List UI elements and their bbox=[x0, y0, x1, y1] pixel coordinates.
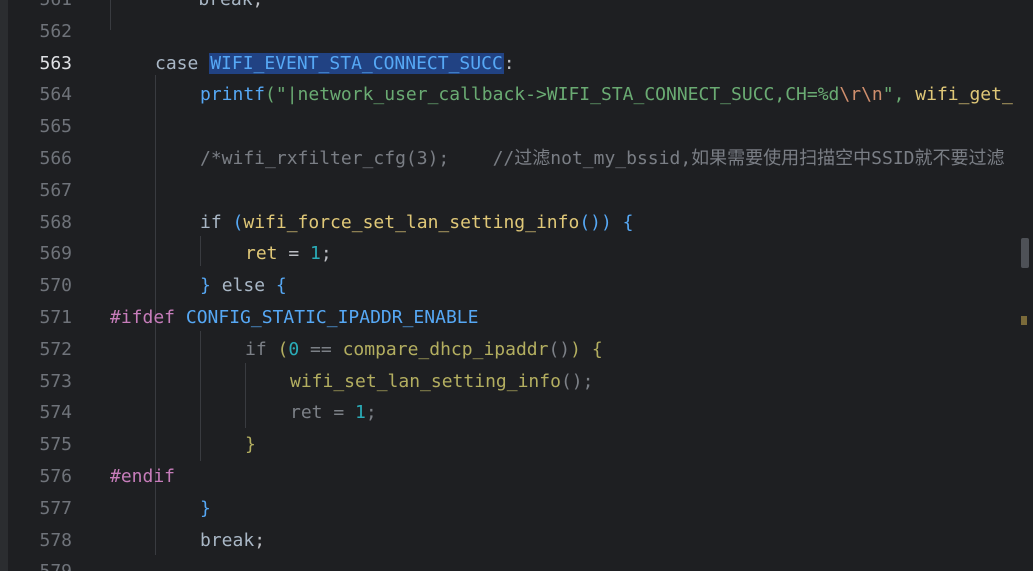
code-editor[interactable]: 561 break; 562 563 case WIFI_EVENT_STA_CO… bbox=[0, 0, 1033, 571]
line-number: 564 bbox=[39, 84, 72, 106]
line-number: 578 bbox=[39, 529, 72, 551]
code-token: ( bbox=[277, 338, 289, 360]
code-token: wifi_set_lan_setting_info bbox=[290, 370, 561, 392]
code-token: ret bbox=[245, 243, 278, 265]
code-token: if bbox=[200, 211, 233, 233]
code-text: } bbox=[200, 493, 211, 525]
line-number: 574 bbox=[39, 402, 72, 424]
code-text: if (0 == compare_dhcp_ipaddr()) { bbox=[245, 334, 603, 366]
code-token: ", bbox=[882, 84, 916, 106]
code-text: ret = 1; bbox=[245, 238, 332, 270]
code-token: #ifdef bbox=[110, 306, 186, 328]
code-token: /*wifi_rxfilter_cfg(3); //过滤not_my_bssid… bbox=[200, 147, 1005, 169]
code-token: \r\n bbox=[839, 84, 883, 106]
code-token: CONFIG_STATIC_IPADDR_ENABLE bbox=[185, 306, 479, 328]
line-number: 575 bbox=[39, 434, 72, 456]
line-number: 571 bbox=[39, 306, 72, 328]
code-token: ; bbox=[320, 243, 332, 265]
code-text: ret = 1; bbox=[290, 397, 377, 429]
line-number: 576 bbox=[39, 465, 72, 487]
indent-guide bbox=[245, 363, 246, 428]
code-token: == bbox=[299, 338, 343, 360]
code-text: #endif bbox=[110, 461, 175, 493]
code-text: wifi_set_lan_setting_info(); bbox=[290, 366, 593, 398]
code-text: /*wifi_rxfilter_cfg(3); //过滤not_my_bssid… bbox=[200, 143, 1005, 175]
code-token: ("|network_user_callback->WIFI_STA_CONNE… bbox=[265, 84, 840, 106]
code-token: ; bbox=[253, 0, 264, 10]
indent-guide bbox=[200, 236, 201, 266]
code-token: break bbox=[200, 529, 255, 551]
code-token: #endif bbox=[110, 465, 176, 487]
code-token: compare_dhcp_ipaddr bbox=[342, 338, 549, 360]
code-token: case bbox=[155, 52, 210, 74]
code-token: } bbox=[200, 497, 211, 519]
code-token: : bbox=[503, 52, 515, 74]
indent-guide bbox=[200, 331, 201, 461]
line-number: 579 bbox=[0, 556, 72, 571]
code-token: ret bbox=[290, 402, 323, 424]
code-token: = bbox=[322, 402, 356, 424]
code-token: { bbox=[275, 275, 287, 297]
code-text: break; bbox=[200, 525, 265, 557]
code-token: ( bbox=[232, 211, 244, 233]
line-number: 565 bbox=[39, 116, 72, 138]
code-text: } else { bbox=[200, 270, 287, 302]
code-text: #ifdef CONFIG_STATIC_IPADDR_ENABLE bbox=[110, 302, 478, 334]
code-token: WIFI_EVENT_STA_CONNECT_SUCC bbox=[209, 52, 504, 74]
code-token: wifi_force_set_lan_setting_info bbox=[243, 211, 580, 233]
code-token: } bbox=[200, 275, 222, 297]
code-token: () bbox=[579, 211, 601, 233]
code-token: printf bbox=[200, 84, 266, 106]
code-token: else bbox=[221, 275, 276, 297]
line-number: 562 bbox=[39, 20, 72, 42]
line-number: 572 bbox=[39, 338, 72, 360]
code-token: } bbox=[245, 434, 256, 456]
line-number: 568 bbox=[39, 211, 72, 233]
line-number: 563 bbox=[39, 52, 72, 74]
code-text: } bbox=[245, 429, 256, 461]
scrollbar-thumb[interactable] bbox=[1021, 238, 1029, 268]
code-token: 1 bbox=[310, 243, 321, 265]
vertical-scrollbar[interactable] bbox=[1021, 0, 1033, 571]
code-token: () bbox=[548, 338, 571, 360]
line-number: 566 bbox=[39, 147, 72, 169]
code-token: ) { bbox=[601, 211, 634, 233]
code-text: printf("|network_user_callback->WIFI_STA… bbox=[200, 79, 1013, 111]
line-number: 561 bbox=[0, 0, 72, 16]
code-token: ) { bbox=[570, 338, 603, 360]
line-number: 577 bbox=[39, 497, 72, 519]
code-token: 1 bbox=[355, 402, 366, 424]
code-token: ; bbox=[254, 529, 266, 551]
code-token: = bbox=[277, 243, 311, 265]
code-token: wifi_get_ bbox=[915, 84, 1013, 106]
code-text: case WIFI_EVENT_STA_CONNECT_SUCC: bbox=[155, 48, 515, 80]
line-number: 573 bbox=[39, 370, 72, 392]
indent-guide bbox=[110, 0, 111, 30]
code-token: ; bbox=[365, 402, 377, 424]
code-token: break bbox=[198, 0, 252, 10]
code-text: if (wifi_force_set_lan_setting_info()) { bbox=[200, 207, 634, 239]
line-number: 570 bbox=[39, 275, 72, 297]
code-token: (); bbox=[560, 370, 594, 392]
code-text: break; bbox=[155, 0, 263, 16]
code-token: 0 bbox=[288, 338, 300, 360]
warning-marker[interactable] bbox=[1021, 316, 1027, 325]
line-number: 567 bbox=[39, 179, 72, 201]
line-number: 569 bbox=[39, 243, 72, 265]
code-token: if bbox=[245, 338, 278, 360]
